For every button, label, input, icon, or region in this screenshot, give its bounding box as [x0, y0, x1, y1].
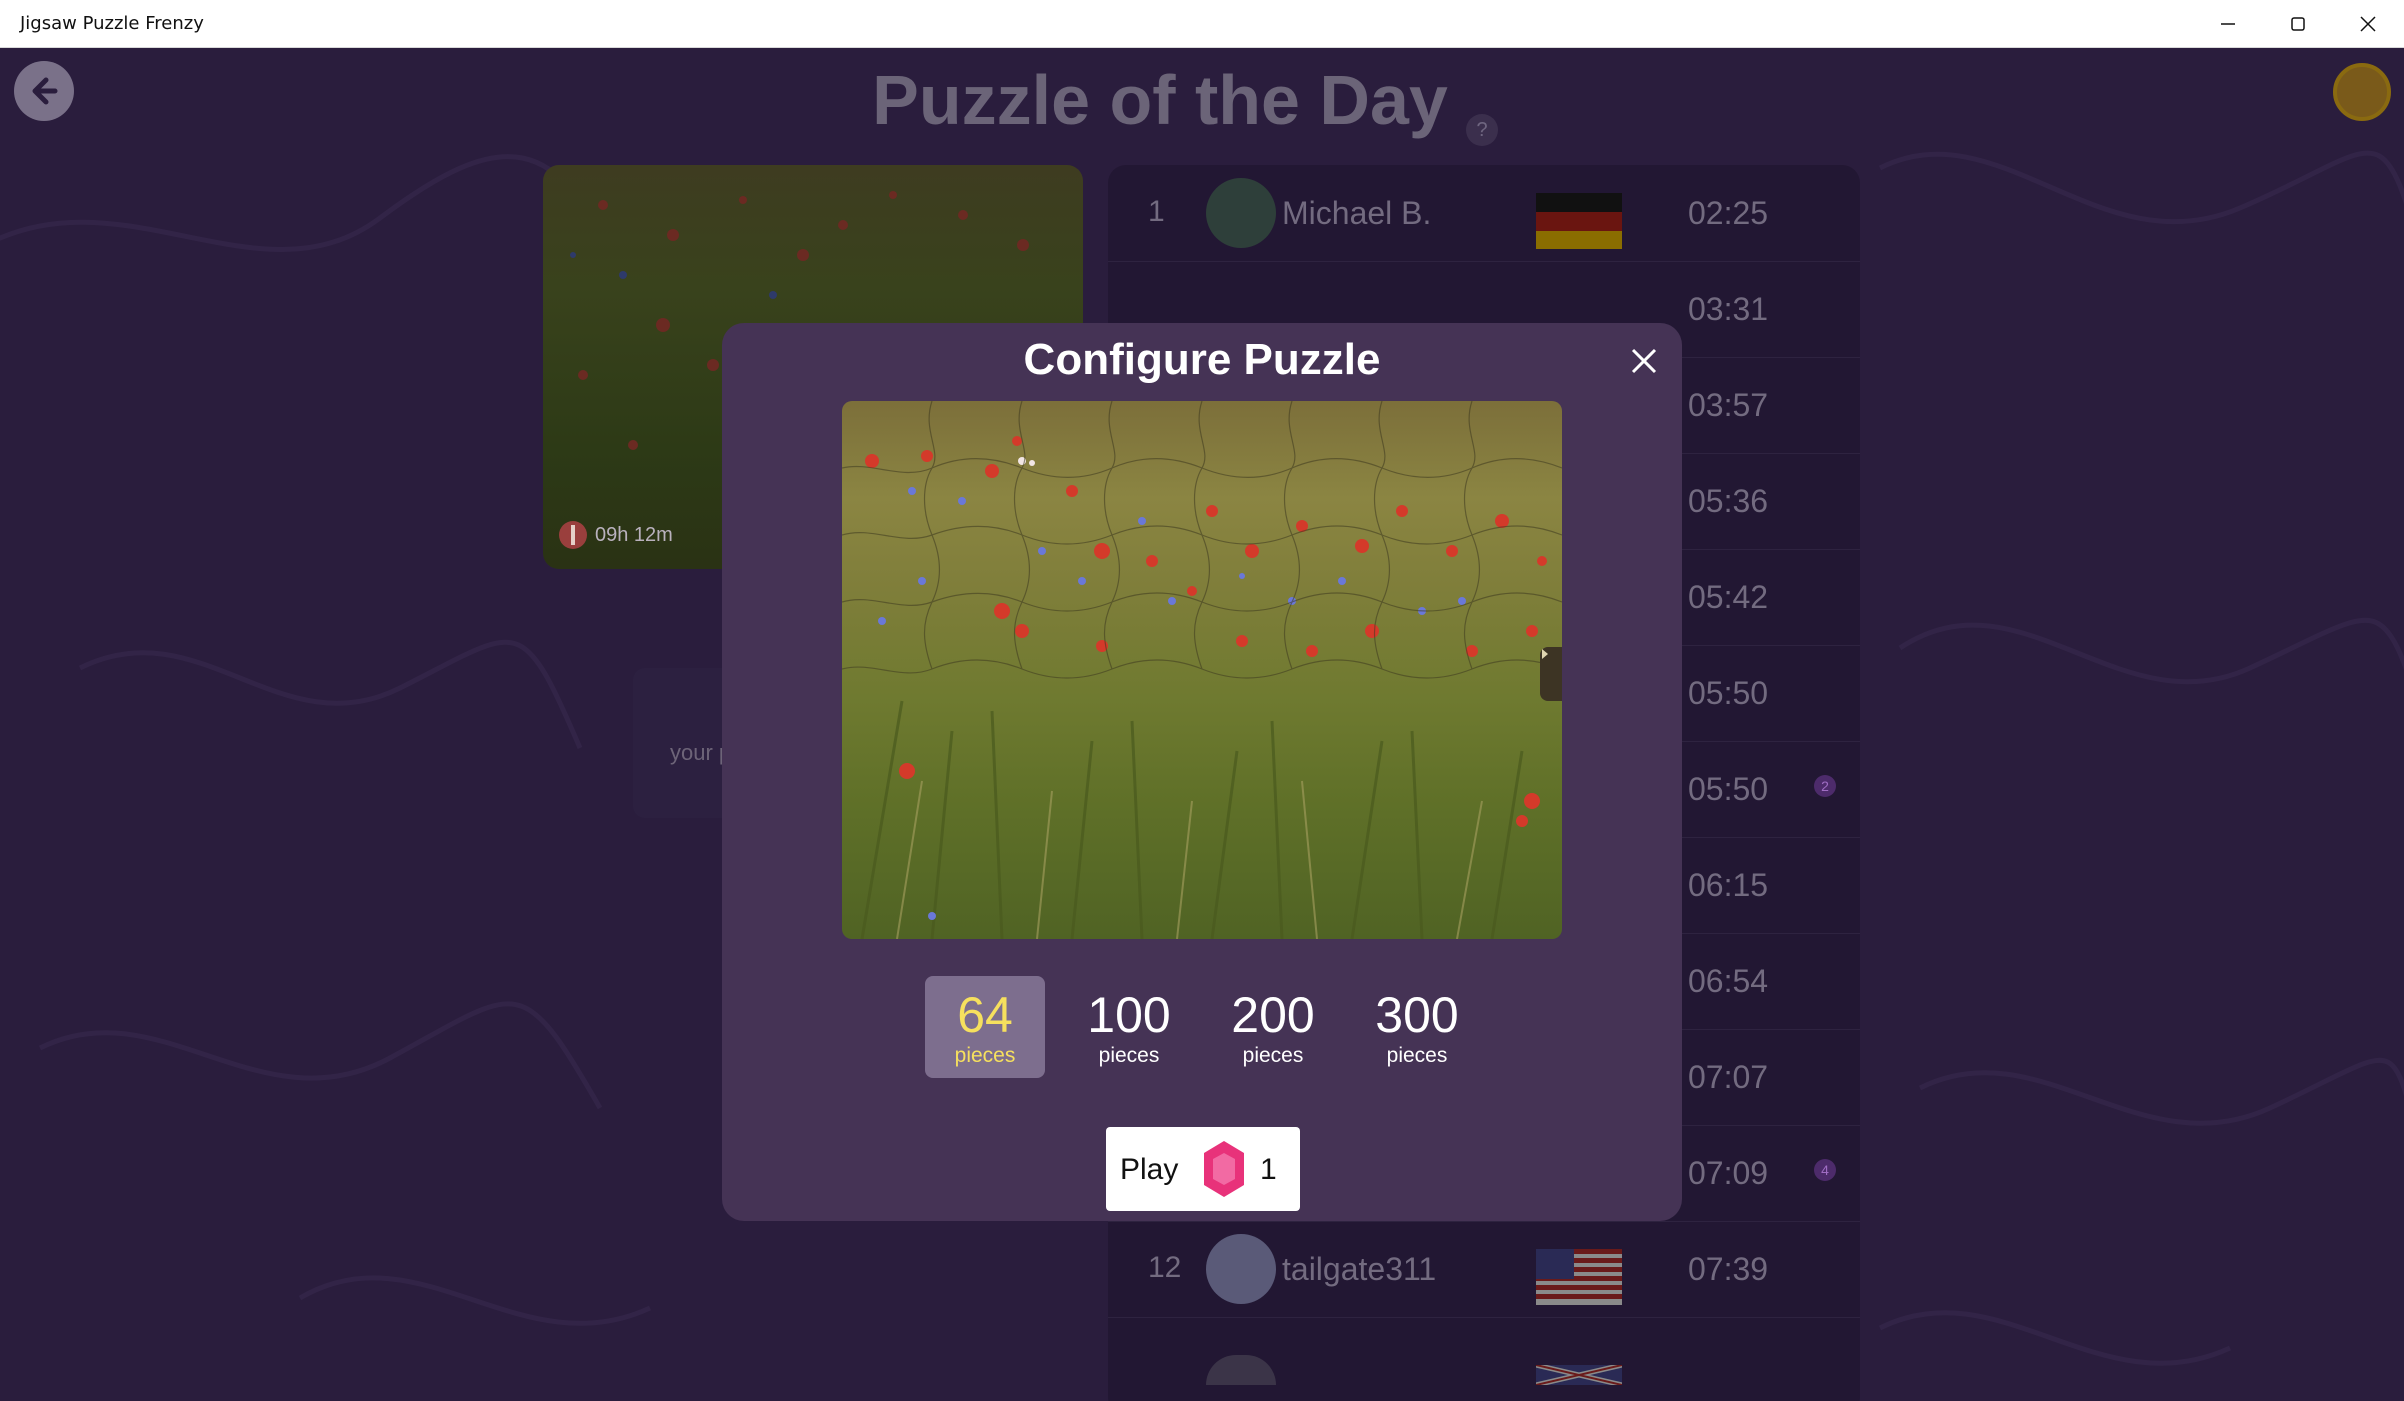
finish-time: 03:57 [1688, 387, 1769, 423]
leaderboard-row[interactable]: 12 tailgate311 07:39 [1108, 1221, 1860, 1318]
finish-time: 07:39 [1688, 1251, 1769, 1287]
piece-unit: pieces [954, 1044, 1016, 1067]
piece-option-100[interactable]: 100 pieces [1069, 976, 1189, 1078]
poppy-field-image [842, 401, 1562, 939]
piece-unit: pieces [1098, 1044, 1160, 1067]
usa-flag-icon [1536, 1249, 1622, 1305]
piece-count: 64 [957, 987, 1013, 1043]
leaderboard-row[interactable]: 1 Michael B. 02:25 [1108, 165, 1860, 262]
finish-time: 05:50 [1688, 771, 1769, 807]
rank: 12 [1148, 1251, 1182, 1284]
maximize-icon [2291, 17, 2305, 31]
time-remaining-text: 09h 12m [595, 523, 673, 546]
play-label: Play [1120, 1153, 1179, 1186]
piece-count: 200 [1231, 987, 1315, 1043]
minimize-button[interactable] [2194, 0, 2262, 48]
back-button[interactable] [14, 61, 74, 121]
profile-avatar[interactable] [2333, 63, 2391, 121]
window-title-bar: Jigsaw Puzzle Frenzy [0, 0, 2404, 48]
timer-icon [559, 521, 587, 549]
piece-unit: pieces [1242, 1044, 1304, 1067]
time-remaining: 09h 12m [559, 521, 673, 549]
uk-flag-icon [1536, 1365, 1622, 1385]
ruby-gem-icon [1204, 1141, 1244, 1197]
finish-time: 05:42 [1688, 579, 1769, 615]
rank: 1 [1148, 195, 1165, 228]
chevron-right-icon [1542, 649, 1548, 659]
dialog-close-button[interactable] [1622, 339, 1666, 383]
piece-count: 300 [1375, 987, 1459, 1043]
dialog-title: Configure Puzzle [1023, 335, 1381, 384]
close-icon [2360, 16, 2376, 32]
avatar [1206, 178, 1276, 248]
finish-time: 06:15 [1688, 867, 1769, 903]
piece-count: 100 [1087, 987, 1171, 1043]
finish-time: 03:31 [1688, 291, 1769, 327]
player-name: tailgate311 [1282, 1251, 1437, 1287]
piece-unit: pieces [1386, 1044, 1448, 1067]
puzzle-preview-image [842, 401, 1562, 939]
piece-option-300[interactable]: 300 pieces [1357, 976, 1477, 1078]
help-button[interactable]: ? [1466, 114, 1498, 146]
finish-time: 07:07 [1688, 1059, 1769, 1095]
close-window-button[interactable] [2334, 0, 2402, 48]
configure-puzzle-dialog: Configure Puzzle 64 pieces 100 pieces 20… [722, 323, 1682, 1221]
close-icon [1631, 348, 1657, 374]
page-title: Puzzle of the Day [872, 61, 1448, 139]
finish-time: 05:50 [1688, 675, 1769, 711]
play-button[interactable]: Play 1 [1106, 1127, 1300, 1211]
finish-time: 06:54 [1688, 963, 1769, 999]
piece-option-200[interactable]: 200 pieces [1213, 976, 1333, 1078]
arrow-left-icon [32, 77, 58, 105]
avatar [1206, 1234, 1276, 1304]
main-area: Puzzle of the Day ? 09h 12m your p 1 Mic… [0, 48, 2404, 1401]
finish-time: 07:09 [1688, 1155, 1769, 1191]
maximize-button[interactable] [2264, 0, 2332, 48]
finish-time: 05:36 [1688, 483, 1769, 519]
finish-time: 02:25 [1688, 195, 1769, 231]
attempts-badge: 4 [1814, 1159, 1836, 1181]
play-cost: 1 [1260, 1153, 1277, 1186]
minimize-icon [2221, 23, 2235, 25]
player-name: Michael B. [1282, 195, 1432, 231]
piece-option-64[interactable]: 64 pieces [925, 976, 1045, 1078]
piece-count-selector: 64 pieces 100 pieces 200 pieces 300 piec… [925, 976, 1477, 1078]
attempts-badge: 2 [1814, 775, 1836, 797]
avatar [1206, 1355, 1276, 1385]
germany-flag-icon [1536, 193, 1622, 249]
app-title: Jigsaw Puzzle Frenzy [20, 13, 204, 34]
next-image-button[interactable] [1540, 647, 1562, 701]
